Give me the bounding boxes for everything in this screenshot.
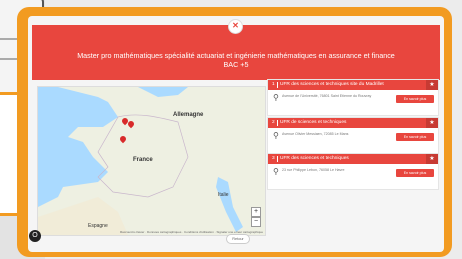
institution-card: 2 UFR de sciences et techniques ★ ⚲ Aven…	[267, 117, 439, 154]
institution-card: 3 UFR des sciences et techniques ★ ⚲ 23 …	[267, 153, 439, 190]
institution-name[interactable]: UFR des sciences et techniques site du M…	[280, 80, 384, 90]
map-label-espagne: Espagne	[88, 223, 108, 229]
divider	[277, 120, 278, 126]
institution-name[interactable]: UFR des sciences et techniques	[280, 154, 349, 164]
institution-address: Avenue de l'Université, 76801 Saint Etie…	[282, 94, 372, 98]
institution-address: Avenue Olivier Messiaen, 72085 Le Mans	[282, 132, 349, 136]
star-icon[interactable]: ★	[426, 80, 438, 90]
formation-modal: Master pro mathématiques spécialité actu…	[28, 16, 444, 252]
institution-header: 3 UFR des sciences et techniques ★	[268, 154, 438, 164]
modal-title: Master pro mathématiques spécialité actu…	[32, 51, 440, 69]
zoom-in-button[interactable]: +	[251, 207, 261, 217]
star-icon[interactable]: ★	[426, 154, 438, 164]
institution-card: 1 UFR des sciences et techniques site du…	[267, 79, 439, 116]
institution-address: 23 rue Philippe Lebon, 76058 Le Havre	[282, 168, 345, 172]
map[interactable]: Allemagne France Italie Espagne + − Racc…	[37, 86, 266, 236]
formation-level: BAC +5	[223, 59, 249, 69]
zoom-out-button[interactable]: −	[251, 217, 261, 227]
more-info-button[interactable]: En savoir plus	[396, 95, 434, 103]
more-info-button[interactable]: En savoir plus	[396, 133, 434, 141]
location-pin-icon: ⚲	[273, 93, 279, 102]
institution-number: 2	[272, 120, 275, 125]
map-label-france: France	[133, 157, 153, 163]
location-pin-icon: ⚲	[273, 167, 279, 176]
location-pin-icon: ⚲	[273, 131, 279, 140]
institution-header: 1 UFR des sciences et techniques site du…	[268, 80, 438, 90]
map-label-allemagne: Allemagne	[173, 112, 204, 118]
institution-name[interactable]: UFR de sciences et techniques	[280, 118, 346, 128]
institution-number: 1	[272, 82, 275, 87]
divider	[277, 82, 278, 88]
divider	[277, 156, 278, 162]
more-info-button[interactable]: En savoir plus	[396, 169, 434, 177]
star-icon[interactable]: ★	[426, 118, 438, 128]
institution-header: 2 UFR de sciences et techniques ★	[268, 118, 438, 128]
back-button[interactable]: Retour	[226, 234, 250, 244]
site-logo[interactable]: O	[29, 230, 41, 242]
institution-number: 3	[272, 156, 275, 161]
map-label-italie: Italie	[218, 192, 229, 198]
close-button[interactable]: ✕	[228, 19, 243, 34]
